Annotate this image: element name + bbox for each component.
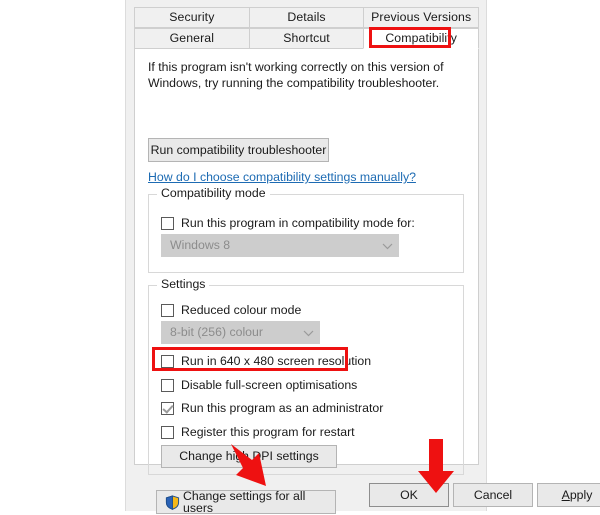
- program-properties-dialog: Security Details Previous Versions Gener…: [125, 0, 600, 514]
- checkbox-row-reduced-colour-mode[interactable]: Reduced colour mode: [161, 302, 301, 319]
- ok-button[interactable]: OK: [369, 483, 449, 507]
- checkbox-label-run-as-administrator: Run this program as an administrator: [181, 401, 384, 416]
- checkbox-label-run-in-compatibility-mode: Run this program in compatibility mode f…: [181, 216, 415, 231]
- tab-shortcut[interactable]: Shortcut: [248, 28, 364, 49]
- checkbox-row-register-for-restart[interactable]: Register this program for restart: [161, 424, 355, 441]
- apply-button[interactable]: Apply: [537, 483, 600, 507]
- apply-accelerator-letter: A: [561, 487, 570, 502]
- checkbox-row-run-in-compatibility-mode[interactable]: Run this program in compatibility mode f…: [161, 215, 415, 232]
- tab-row-bottom: General Shortcut Compatibility: [134, 28, 480, 49]
- checkbox-label-disable-fullscreen-optimisations: Disable full-screen optimisations: [181, 378, 358, 393]
- compatibility-tab-panel: If this program isn't working correctly …: [134, 48, 479, 514]
- intro-text: If this program isn't working correctly …: [148, 60, 444, 90]
- checkbox-run-as-administrator[interactable]: [161, 402, 174, 415]
- checkbox-row-run-as-administrator[interactable]: Run this program as an administrator: [161, 400, 383, 417]
- checkbox-label-reduced-colour-mode: Reduced colour mode: [181, 303, 302, 318]
- checkbox-low-resolution[interactable]: [161, 355, 174, 368]
- tab-previous-versions[interactable]: Previous Versions: [363, 7, 480, 28]
- tab-security[interactable]: Security: [134, 7, 249, 28]
- change-settings-for-all-users-button[interactable]: Change settings for all users: [156, 490, 336, 514]
- checkbox-run-in-compatibility-mode[interactable]: [161, 217, 174, 230]
- checkbox-disable-fullscreen-optimisations[interactable]: [161, 379, 174, 392]
- chevron-down-icon: [297, 329, 319, 337]
- tab-details[interactable]: Details: [248, 7, 364, 28]
- chevron-down-icon: [376, 242, 398, 250]
- settings-group-title: Settings: [157, 278, 210, 290]
- uac-shield-icon: [165, 494, 180, 510]
- compatibility-os-version-select[interactable]: Windows 8: [161, 234, 399, 257]
- checkbox-label-register-for-restart: Register this program for restart: [181, 425, 355, 440]
- checkbox-label-low-resolution: Run in 640 x 480 screen resolution: [181, 354, 372, 369]
- cancel-button[interactable]: Cancel: [453, 483, 533, 507]
- change-high-dpi-settings-button[interactable]: Change high DPI settings: [161, 445, 337, 468]
- tab-row-top: Security Details Previous Versions: [134, 7, 480, 28]
- compatibility-os-version-value: Windows 8: [170, 238, 231, 253]
- compatibility-settings-help-link[interactable]: How do I choose compatibility settings m…: [148, 171, 416, 184]
- run-compatibility-troubleshooter-button[interactable]: Run compatibility troubleshooter: [148, 138, 329, 162]
- checkbox-row-disable-fullscreen-optimisations[interactable]: Disable full-screen optimisations: [161, 377, 357, 394]
- screenshot-root: Security Details Previous Versions Gener…: [0, 0, 600, 514]
- checkbox-row-low-resolution[interactable]: Run in 640 x 480 screen resolution: [161, 353, 371, 370]
- checkbox-register-for-restart[interactable]: [161, 426, 174, 439]
- compatibility-mode-group-title: Compatibility mode: [157, 187, 270, 199]
- tab-strip: Security Details Previous Versions Gener…: [134, 7, 480, 49]
- checkbox-reduced-colour-mode[interactable]: [161, 304, 174, 317]
- colour-depth-select[interactable]: 8-bit (256) colour: [161, 321, 320, 344]
- tab-general[interactable]: General: [134, 28, 249, 49]
- apply-label-rest: pply: [569, 487, 593, 502]
- tab-compatibility[interactable]: Compatibility: [363, 28, 480, 49]
- colour-depth-value: 8-bit (256) colour: [170, 325, 263, 340]
